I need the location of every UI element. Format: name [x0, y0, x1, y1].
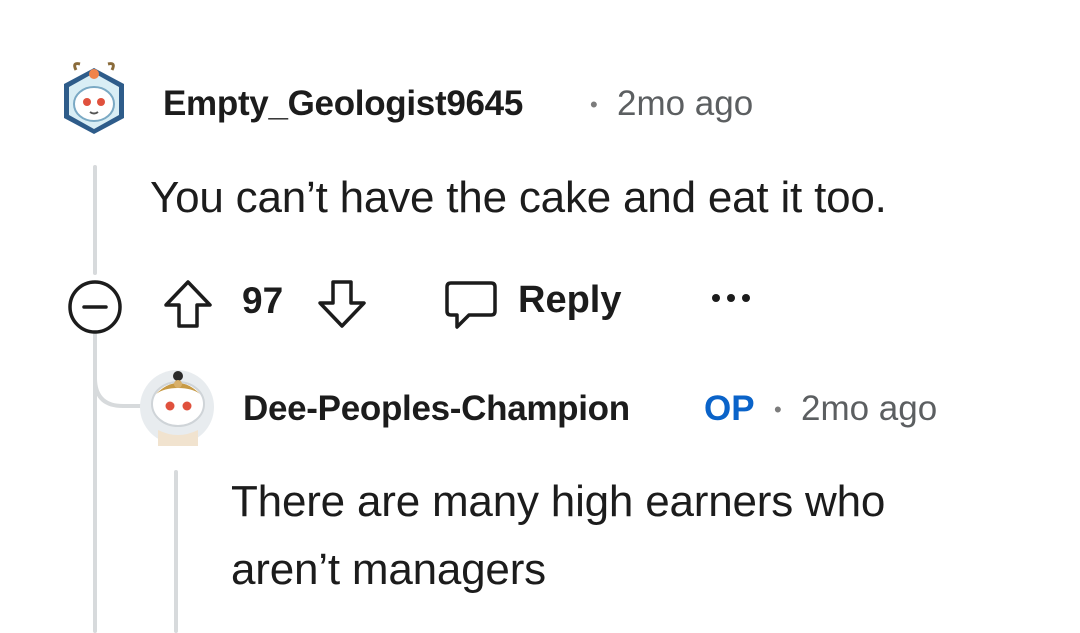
upvote-arrow-icon[interactable]	[162, 278, 214, 330]
snow-leopard-avatar-icon[interactable]	[56, 60, 132, 136]
reply-timestamp[interactable]: 2mo ago	[801, 389, 937, 429]
reply-button[interactable]: Reply	[518, 279, 621, 322]
more-dots-icon[interactable]	[710, 290, 752, 306]
thread-line-root[interactable]	[93, 165, 97, 275]
snoo-monkey-king-avatar-icon[interactable]	[138, 366, 216, 446]
vote-score: 97	[242, 280, 284, 321]
reply-username[interactable]: Dee-Peoples-Champion	[243, 389, 630, 429]
reply-body-line-1: There are many high earners who	[231, 477, 886, 526]
reply-body-line-2: aren’t managers	[231, 545, 546, 594]
meta-separator: •	[774, 397, 782, 422]
comment-timestamp[interactable]: 2mo ago	[617, 84, 753, 124]
op-badge: OP	[704, 389, 755, 428]
meta-separator: •	[590, 92, 598, 117]
comment-username[interactable]: Empty_Geologist9645	[163, 84, 523, 124]
comment-body: You can’t have the cake and eat it too.	[150, 173, 887, 222]
reply-bubble-icon[interactable]	[443, 277, 499, 333]
comment-action-row: 97 Reply	[0, 270, 1080, 334]
thread-line-reply[interactable]	[174, 470, 178, 633]
downvote-arrow-icon[interactable]	[316, 278, 368, 330]
collapse-minus-icon[interactable]	[66, 278, 124, 336]
